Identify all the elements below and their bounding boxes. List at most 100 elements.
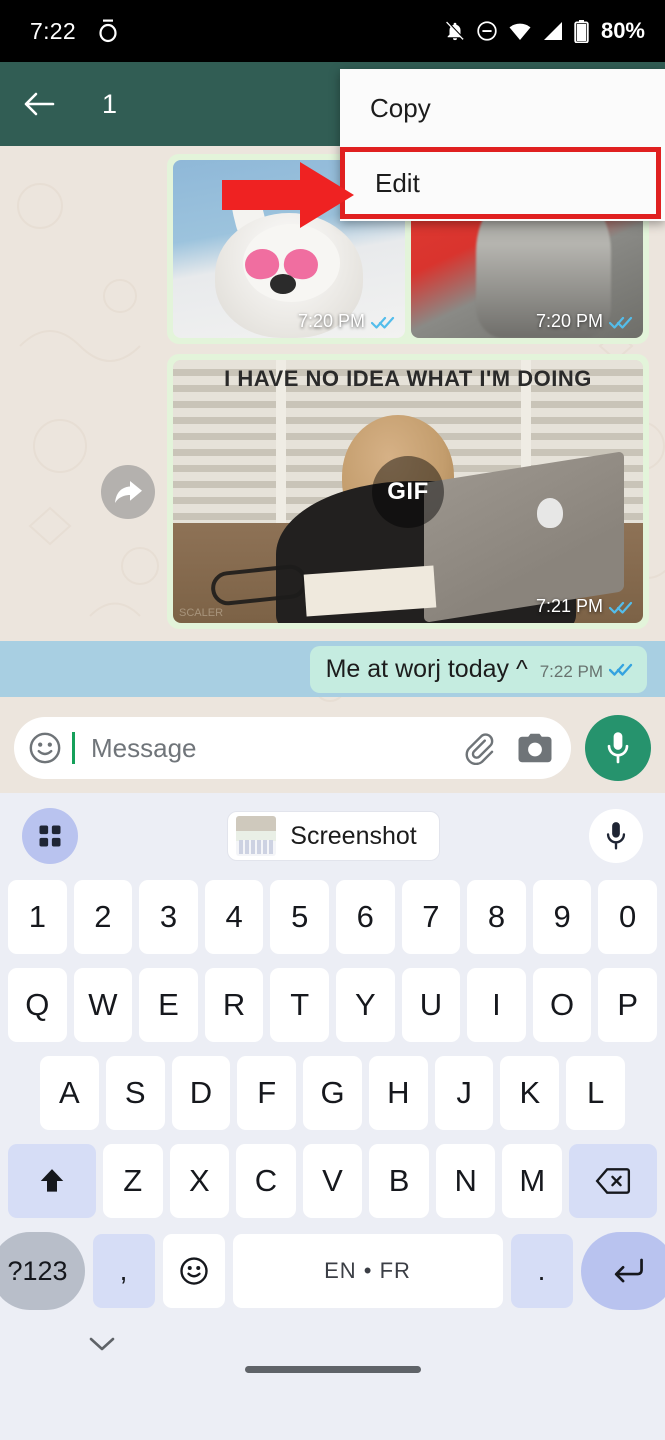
keyboard-row-bottom-letters: Z X C V B N M	[0, 1137, 665, 1225]
message-meta: 7:20 PM	[298, 311, 397, 332]
key-w[interactable]: W	[73, 968, 133, 1042]
key-o[interactable]: O	[532, 968, 592, 1042]
key-z[interactable]: Z	[102, 1144, 163, 1218]
grid-apps-icon[interactable]	[22, 808, 78, 864]
message-meta: 7:21 PM	[536, 596, 635, 617]
key-h[interactable]: H	[368, 1056, 428, 1130]
keyboard-row-numbers: 1 2 3 4 5 6 7 8 9 0	[0, 873, 665, 961]
text-cursor	[72, 732, 75, 764]
forward-icon[interactable]	[101, 464, 155, 519]
key-s[interactable]: S	[105, 1056, 165, 1130]
message-input-pill[interactable]: Message	[14, 717, 571, 779]
key-j[interactable]: J	[434, 1056, 494, 1130]
key-5[interactable]: 5	[270, 880, 329, 954]
menu-item-edit[interactable]: Edit	[340, 147, 661, 219]
gif-media[interactable]: I HAVE NO IDEA WHAT I'M DOING GIF SCALER…	[173, 360, 643, 623]
key-7[interactable]: 7	[401, 880, 461, 954]
read-receipt-icon	[371, 314, 397, 330]
key-8[interactable]: 8	[467, 880, 526, 954]
notifications-off-icon	[444, 20, 466, 42]
key-y[interactable]: Y	[336, 968, 395, 1042]
comma-key[interactable]: ,	[92, 1234, 155, 1308]
key-d[interactable]: D	[171, 1056, 231, 1130]
key-t[interactable]: T	[270, 968, 329, 1042]
key-f[interactable]: F	[237, 1056, 297, 1130]
period-key[interactable]: .	[510, 1234, 573, 1308]
shift-icon[interactable]	[7, 1144, 96, 1218]
message-meta: 7:20 PM	[536, 311, 635, 332]
timer-icon	[98, 19, 118, 43]
key-x[interactable]: X	[169, 1144, 230, 1218]
apple-logo-icon	[537, 498, 564, 529]
key-v[interactable]: V	[302, 1144, 363, 1218]
do-not-disturb-icon	[476, 20, 498, 42]
key-9[interactable]: 9	[532, 880, 592, 954]
read-receipt-icon	[609, 599, 635, 615]
status-bar-right: 80%	[444, 18, 645, 44]
read-receipt-icon	[608, 661, 635, 682]
clipboard-suggestion-label: Screenshot	[290, 821, 417, 850]
input-actions	[461, 731, 553, 765]
key-2[interactable]: 2	[73, 880, 133, 954]
status-bar: 7:22 80%	[0, 0, 665, 62]
key-c[interactable]: C	[236, 1144, 296, 1218]
enter-key-icon[interactable]	[580, 1232, 665, 1310]
paperclip-icon[interactable]	[461, 731, 495, 765]
camera-icon[interactable]	[517, 732, 553, 764]
clipboard-suggestion-chip[interactable]: Screenshot	[227, 811, 440, 861]
key-i[interactable]: I	[467, 968, 526, 1042]
emoji-icon[interactable]	[28, 731, 62, 765]
key-r[interactable]: R	[204, 968, 264, 1042]
home-indicator[interactable]	[244, 1366, 421, 1373]
gif-watermark: SCALER	[179, 607, 224, 619]
text-message-bubble[interactable]: Me at worj today ^ 7:22 PM	[309, 645, 647, 693]
keyboard-mic-icon[interactable]	[589, 809, 643, 863]
voice-record-button[interactable]	[585, 715, 651, 781]
key-1[interactable]: 1	[8, 880, 67, 954]
menu-item-copy[interactable]: Copy	[340, 69, 665, 147]
key-l[interactable]: L	[566, 1056, 626, 1130]
chat-messages: 7:20 PM 7:20 PM I HAVE NO IDEA WHAT I'M …	[0, 146, 665, 697]
key-b[interactable]: B	[369, 1144, 429, 1218]
selected-count: 1	[102, 88, 118, 119]
space-key[interactable]: EN • FR	[232, 1234, 503, 1308]
read-receipt-icon	[609, 314, 635, 330]
navigation-bar	[0, 1317, 665, 1387]
message-row-selected[interactable]: Me at worj today ^ 7:22 PM	[0, 641, 665, 697]
key-k[interactable]: K	[500, 1056, 560, 1130]
key-p[interactable]: P	[598, 968, 657, 1042]
message-time: 7:21 PM	[535, 596, 603, 616]
gif-bubble[interactable]: I HAVE NO IDEA WHAT I'M DOING GIF SCALER…	[167, 354, 649, 629]
chat-area: 7:20 PM 7:20 PM I HAVE NO IDEA WHAT I'M …	[0, 146, 665, 703]
key-u[interactable]: U	[401, 968, 461, 1042]
key-q[interactable]: Q	[8, 968, 67, 1042]
chevron-down-icon[interactable]	[88, 1335, 116, 1358]
emoji-key-icon[interactable]	[162, 1234, 225, 1308]
red-arrow-annotation	[222, 162, 354, 228]
on-screen-keyboard: Screenshot 1 2 3 4 5 6 7 8 9 0 Q W E R T…	[0, 793, 665, 1317]
battery-icon	[574, 19, 589, 43]
key-a[interactable]: A	[39, 1056, 99, 1130]
status-bar-left: 7:22	[30, 18, 118, 45]
key-g[interactable]: G	[303, 1056, 362, 1130]
message-time: 7:22 PM	[539, 661, 603, 681]
key-3[interactable]: 3	[139, 880, 198, 954]
key-m[interactable]: M	[502, 1144, 563, 1218]
key-0[interactable]: 0	[598, 880, 657, 954]
backspace-icon[interactable]	[569, 1144, 658, 1218]
keyboard-suggestion-row: Screenshot	[0, 799, 665, 873]
back-button[interactable]	[22, 90, 74, 118]
key-n[interactable]: N	[435, 1144, 496, 1218]
key-e[interactable]: E	[139, 968, 198, 1042]
message-input-placeholder[interactable]: Message	[91, 733, 451, 764]
message-time: 7:20 PM	[297, 311, 365, 331]
message-row-gif: I HAVE NO IDEA WHAT I'M DOING GIF SCALER…	[0, 354, 665, 629]
key-6[interactable]: 6	[336, 880, 395, 954]
wifi-icon	[508, 21, 532, 41]
symbols-key[interactable]: ?123	[0, 1232, 85, 1310]
key-4[interactable]: 4	[204, 880, 264, 954]
keyboard-row-modifiers: ?123 , EN • FR .	[0, 1225, 665, 1317]
message-meta: 7:22 PM	[540, 661, 635, 682]
message-time: 7:20 PM	[535, 311, 603, 331]
context-menu: Copy Edit	[340, 69, 665, 221]
